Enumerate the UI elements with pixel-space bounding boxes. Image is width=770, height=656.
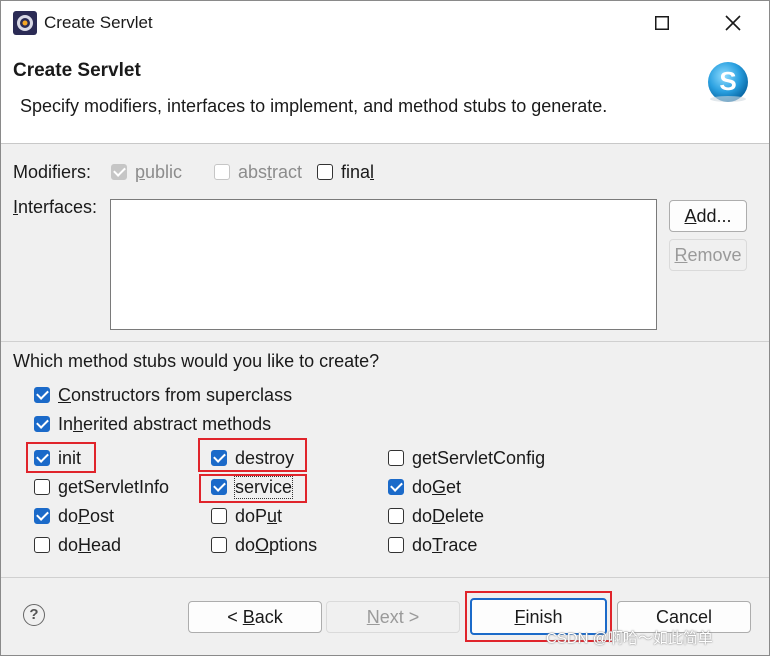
doput-label: doPut bbox=[235, 506, 283, 526]
create-servlet-dialog: Create Servlet Create Servlet Specify mo… bbox=[0, 0, 770, 656]
close-button[interactable] bbox=[710, 1, 756, 45]
next-button[interactable]: Next > bbox=[326, 601, 460, 633]
footer-separator bbox=[1, 577, 769, 578]
dotrace-label: doTrace bbox=[412, 535, 478, 555]
getservletconfig-label: getServletConfig bbox=[412, 448, 546, 468]
banner-title: Create Servlet bbox=[13, 60, 141, 81]
abstract-label: abstract bbox=[238, 162, 303, 182]
destroy-checkbox[interactable] bbox=[211, 450, 227, 466]
maximize-icon bbox=[655, 16, 669, 30]
wizard-banner: Create Servlet Specify modifiers, interf… bbox=[1, 45, 769, 144]
service-checkbox[interactable] bbox=[211, 479, 227, 495]
inherited-checkbox[interactable] bbox=[34, 416, 50, 432]
title-bar: Create Servlet bbox=[1, 1, 769, 45]
inherited-label: Inherited abstract methods bbox=[58, 414, 272, 434]
constructors-checkbox[interactable] bbox=[34, 387, 50, 403]
dohead-label: doHead bbox=[58, 535, 122, 555]
service-label: service bbox=[233, 476, 294, 499]
dodelete-label: doDelete bbox=[412, 506, 485, 526]
dohead-checkbox[interactable] bbox=[34, 537, 50, 553]
svg-text:S: S bbox=[719, 66, 736, 96]
servlet-s-logo: S bbox=[708, 62, 748, 102]
public-checkbox[interactable] bbox=[111, 164, 127, 180]
interfaces-label: Interfaces: bbox=[13, 197, 98, 217]
getservletconfig-checkbox[interactable] bbox=[388, 450, 404, 466]
abstract-checkbox[interactable] bbox=[214, 164, 230, 180]
destroy-label: destroy bbox=[235, 448, 295, 468]
window-title: Create Servlet bbox=[44, 13, 153, 32]
method-stubs-question: Which method stubs would you like to cre… bbox=[13, 351, 380, 371]
doget-label: doGet bbox=[412, 477, 462, 497]
doput-checkbox[interactable] bbox=[211, 508, 227, 524]
init-checkbox[interactable] bbox=[34, 450, 50, 466]
doget-checkbox[interactable] bbox=[388, 479, 404, 495]
section-separator bbox=[1, 341, 769, 342]
getservletinfo-label: getServletInfo bbox=[58, 477, 170, 497]
help-icon[interactable]: ? bbox=[23, 604, 45, 626]
modifiers-label: Modifiers: bbox=[13, 162, 92, 182]
add-interface-button[interactable]: Add... bbox=[669, 200, 747, 232]
dooptions-checkbox[interactable] bbox=[211, 537, 227, 553]
dopost-label: doPost bbox=[58, 506, 115, 526]
remove-interface-button[interactable]: Remove bbox=[669, 239, 747, 271]
init-label: init bbox=[58, 448, 82, 468]
public-label: public bbox=[135, 162, 183, 182]
eclipse-app-icon bbox=[13, 11, 37, 35]
dopost-checkbox[interactable] bbox=[34, 508, 50, 524]
dooptions-label: doOptions bbox=[235, 535, 318, 555]
constructors-label: Constructors from superclass bbox=[58, 385, 293, 405]
banner-description: Specify modifiers, interfaces to impleme… bbox=[20, 96, 608, 116]
final-label: final bbox=[341, 162, 375, 182]
close-icon bbox=[725, 15, 741, 31]
dotrace-checkbox[interactable] bbox=[388, 537, 404, 553]
back-button[interactable]: < Back bbox=[188, 601, 322, 633]
dodelete-checkbox[interactable] bbox=[388, 508, 404, 524]
csdn-watermark: CSDN @啊哈～如此简单 bbox=[546, 630, 713, 647]
interfaces-list[interactable] bbox=[110, 199, 657, 330]
getservletinfo-checkbox[interactable] bbox=[34, 479, 50, 495]
final-checkbox[interactable] bbox=[317, 164, 333, 180]
maximize-button[interactable] bbox=[639, 1, 685, 45]
